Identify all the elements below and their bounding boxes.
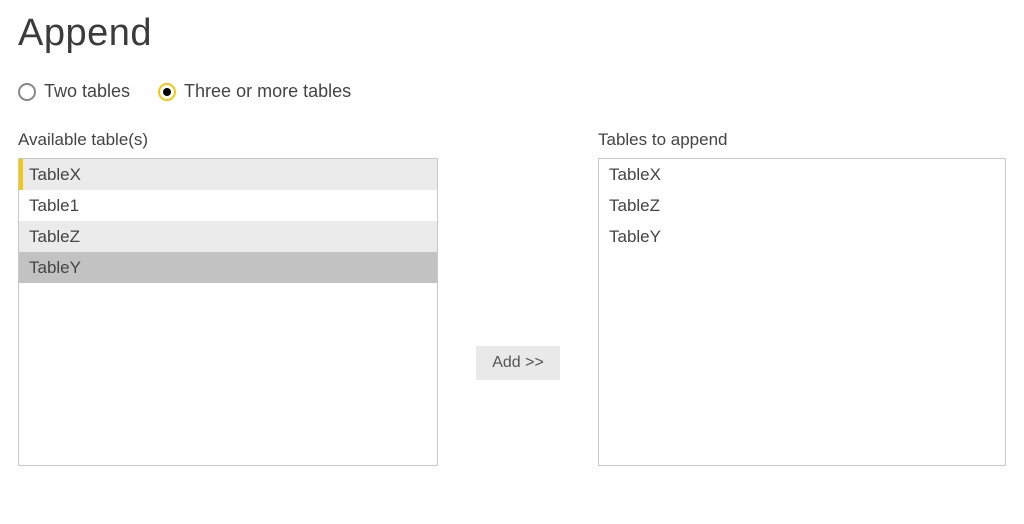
available-table-item-label: TableY [29, 258, 81, 277]
radio-two-tables-label: Two tables [44, 81, 130, 102]
radio-circle-icon [158, 83, 176, 101]
radio-two-tables[interactable]: Two tables [18, 81, 130, 102]
available-table-item-label: Table1 [29, 196, 79, 215]
radio-three-or-more-tables-label: Three or more tables [184, 81, 351, 102]
append-table-item[interactable]: TableX [599, 159, 1005, 190]
available-table-item[interactable]: TableZ [19, 221, 437, 252]
tables-to-append-listbox[interactable]: TableXTableZTableY [598, 158, 1006, 466]
available-table-item[interactable]: TableX [19, 159, 437, 190]
radio-three-or-more-tables[interactable]: Three or more tables [158, 81, 351, 102]
available-tables-label: Available table(s) [18, 130, 438, 150]
available-table-item[interactable]: Table1 [19, 190, 437, 221]
append-table-item[interactable]: TableZ [599, 190, 1005, 221]
table-count-radio-group: Two tables Three or more tables [18, 81, 1006, 102]
available-table-item-label: TableZ [29, 227, 80, 246]
selection-stripe-icon [19, 159, 23, 190]
add-button[interactable]: Add >> [476, 346, 560, 380]
dialog-title: Append [18, 12, 1006, 55]
append-table-item[interactable]: TableY [599, 221, 1005, 252]
available-table-item[interactable]: TableY [19, 252, 437, 283]
radio-circle-icon [18, 83, 36, 101]
available-tables-listbox[interactable]: TableX Table1 TableZ TableY [18, 158, 438, 466]
available-table-item-label: TableX [29, 165, 81, 184]
tables-to-append-label: Tables to append [598, 130, 1006, 150]
